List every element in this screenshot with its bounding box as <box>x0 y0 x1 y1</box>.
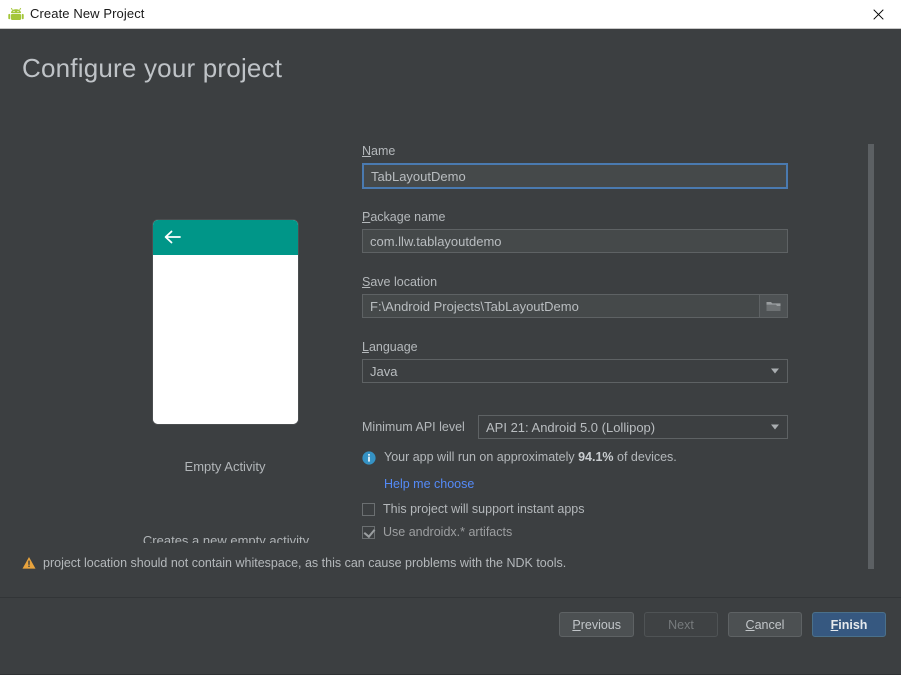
name-input-value: TabLayoutDemo <box>371 168 466 184</box>
chevron-down-icon <box>771 368 779 374</box>
help-me-choose-link[interactable]: Help me choose <box>384 477 474 491</box>
close-icon[interactable] <box>855 0 901 28</box>
preview-body <box>153 255 298 424</box>
finish-button-label: inish <box>838 617 868 632</box>
folder-icon[interactable] <box>759 295 787 317</box>
package-name-label: Package name <box>362 210 788 224</box>
info-icon <box>362 451 378 470</box>
validation-warning-text: project location should not contain whit… <box>43 556 567 570</box>
min-api-label: Minimum API level <box>362 420 465 434</box>
cancel-button[interactable]: Cancel <box>728 612 802 637</box>
androidx-label: Use androidx.* artifacts <box>383 525 513 539</box>
project-form: Name TabLayoutDemo Package name com.llw.… <box>362 144 788 539</box>
name-label-mnemonic: N <box>362 144 372 158</box>
validation-warning: project location should not contain whit… <box>22 556 566 570</box>
footer: Previous Next Cancel Finish <box>0 598 901 646</box>
instant-apps-checkbox[interactable] <box>362 502 375 516</box>
coverage-text-before: Your app will run on approximately <box>384 450 579 464</box>
min-api-row: Minimum API level API 21: Android 5.0 (L… <box>362 415 788 439</box>
scrollable-content: Empty Activity Creates a new empty activ… <box>0 113 901 543</box>
vertical-scrollbar[interactable] <box>866 139 876 573</box>
androidx-checkbox[interactable] <box>362 525 375 539</box>
template-description: Creates a new empty activity <box>142 533 310 543</box>
save-location-input-value: F:\Android Projects\TabLayoutDemo <box>370 298 579 314</box>
chevron-down-icon <box>771 424 779 430</box>
finish-button-mnemonic: F <box>830 617 839 632</box>
android-robot-icon <box>8 7 24 22</box>
device-coverage-text: Your app will run on approximately 94.1%… <box>384 450 677 465</box>
package-name-label-rest: ackage name <box>370 210 446 224</box>
cancel-button-label: ancel <box>754 617 785 632</box>
previous-button[interactable]: Previous <box>559 612 634 637</box>
next-button-label: Next <box>668 617 694 632</box>
name-label: Name <box>362 144 788 158</box>
footer-button-bar: Previous Next Cancel Finish <box>559 612 886 637</box>
save-location-input[interactable]: F:\Android Projects\TabLayoutDemo <box>362 294 788 318</box>
package-name-input-value: com.llw.tablayoutdemo <box>370 233 502 249</box>
androidx-checkbox-row[interactable]: Use androidx.* artifacts <box>362 525 788 539</box>
previous-button-label: revious <box>580 617 621 632</box>
cancel-button-mnemonic: C <box>745 617 755 632</box>
activity-preview <box>153 220 298 424</box>
scrollbar-thumb[interactable] <box>868 144 874 569</box>
next-button[interactable]: Next <box>644 612 718 637</box>
coverage-percent: 94.1% <box>578 450 614 464</box>
language-label-mnemonic: L <box>362 340 369 354</box>
finish-button[interactable]: Finish <box>812 612 886 637</box>
language-select-value: Java <box>370 363 398 379</box>
instant-apps-label: This project will support instant apps <box>383 502 585 516</box>
name-label-rest: ame <box>371 144 396 158</box>
save-location-label-rest: ave location <box>370 275 438 289</box>
package-name-input[interactable]: com.llw.tablayoutdemo <box>362 229 788 253</box>
preview-appbar <box>153 220 298 255</box>
language-label: Language <box>362 340 788 354</box>
coverage-text-after: of devices. <box>613 450 677 464</box>
instant-apps-checkbox-row[interactable]: This project will support instant apps <box>362 502 788 516</box>
previous-button-mnemonic: P <box>572 617 581 632</box>
name-input[interactable]: TabLayoutDemo <box>362 163 788 189</box>
language-select[interactable]: Java <box>362 359 788 383</box>
template-name: Empty Activity <box>184 459 266 474</box>
phone-mockup <box>153 220 298 424</box>
titlebar: Create New Project <box>0 0 901 29</box>
dialog-body: Configure your project Empty Activity Cr… <box>0 29 901 675</box>
page-title: Configure your project <box>22 53 283 83</box>
create-new-project-dialog: Create New Project Configure your projec… <box>0 0 901 675</box>
save-location-label: Save location <box>362 275 788 289</box>
min-api-select-value: API 21: Android 5.0 (Lollipop) <box>486 419 656 435</box>
language-label-rest: anguage <box>368 340 418 354</box>
window-title: Create New Project <box>30 6 145 21</box>
device-coverage-info: Your app will run on approximately 94.1%… <box>362 450 788 470</box>
min-api-select[interactable]: API 21: Android 5.0 (Lollipop) <box>478 415 788 439</box>
warning-triangle-icon <box>22 556 36 570</box>
